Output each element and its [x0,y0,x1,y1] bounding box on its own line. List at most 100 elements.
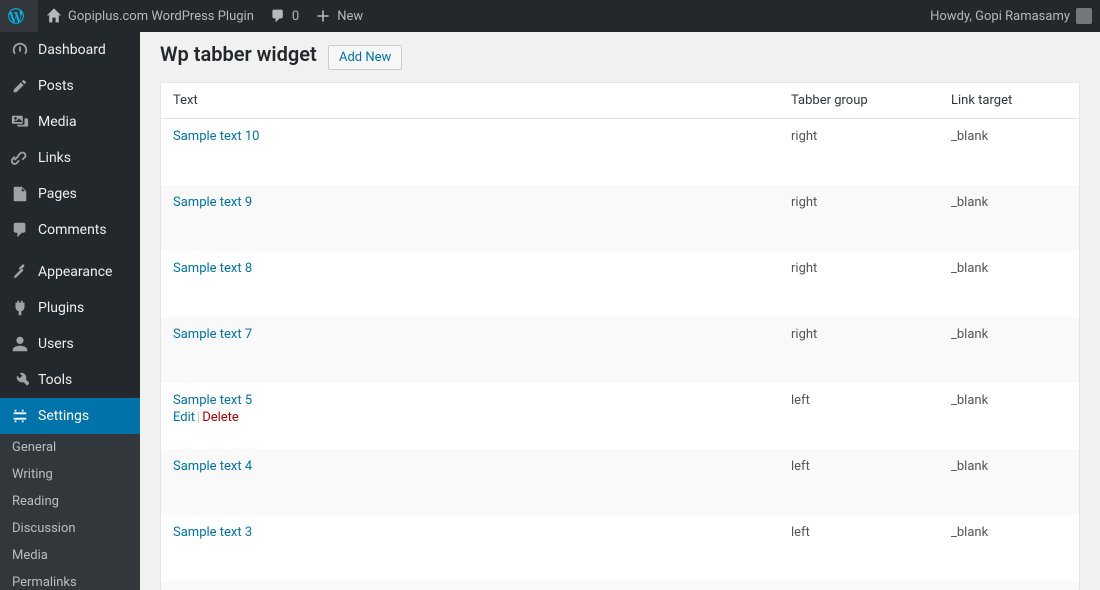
plus-icon [315,8,331,24]
cell-target: _blank [939,383,1079,449]
links-icon [10,148,30,168]
cell-text: Sample text 7Edit|Delete [161,317,779,383]
plugins-icon [10,298,30,318]
row-action-delete[interactable]: Delete [202,410,239,425]
appearance-icon [10,262,30,282]
table-row: Sample text 4Edit|Deleteleft_blank [161,449,1079,515]
page-title: Wp tabber widget [160,42,317,66]
table-row: Sample text 5Edit|Deleteleft_blank [161,383,1079,449]
cell-text: Sample text 3Edit|Delete [161,515,779,581]
tools-icon [10,370,30,390]
new-content-label: New [337,9,363,24]
users-icon [10,334,30,354]
row-title-link[interactable]: Sample text 10 [173,129,259,144]
column-header-target[interactable]: Link target [939,83,1079,119]
wordpress-icon [8,8,24,24]
menu-links[interactable]: Links [0,140,140,176]
cell-target: _blank [939,581,1079,590]
menu-comments-label: Comments [38,222,107,238]
cell-target: _blank [939,449,1079,515]
menu-media[interactable]: Media [0,104,140,140]
menu-dashboard[interactable]: Dashboard [0,32,140,68]
my-account-menu[interactable]: Howdy, Gopi Ramasamy [922,0,1100,32]
cell-target: _blank [939,119,1079,185]
row-title-link[interactable]: Sample text 5 [173,393,252,408]
submenu-permalinks[interactable]: Permalinks [0,569,140,590]
cell-target: _blank [939,251,1079,317]
admin-menu: Dashboard Posts Media Links Pages Commen… [0,32,140,590]
table-row: Sample text 9Edit|Deleteright_blank [161,185,1079,251]
cell-group: left [779,515,939,581]
menu-posts[interactable]: Posts [0,68,140,104]
wp-logo-menu[interactable] [0,0,38,32]
cell-target: _blank [939,185,1079,251]
table-row: Sample text 10Edit|Deleteright_blank [161,119,1079,185]
row-title-link[interactable]: Sample text 9 [173,195,252,210]
cell-text: Sample text 5Edit|Delete [161,383,779,449]
column-header-group[interactable]: Tabber group [779,83,939,119]
menu-appearance-label: Appearance [38,264,112,280]
menu-settings[interactable]: Settings [0,398,140,434]
table-row: Sample text 7Edit|Deleteright_blank [161,317,1079,383]
submenu-media[interactable]: Media [0,542,140,569]
site-name-menu[interactable]: Gopiplus.com WordPress Plugin [38,0,262,32]
records-table: Text Tabber group Link target Sample tex… [160,82,1080,590]
cell-group: right [779,251,939,317]
submenu-reading[interactable]: Reading [0,488,140,515]
row-title-link[interactable]: Sample text 8 [173,261,252,276]
row-action-edit[interactable]: Edit [173,410,195,425]
posts-icon [10,76,30,96]
menu-posts-label: Posts [38,78,74,94]
menu-pages-label: Pages [38,186,77,202]
user-avatar-icon [1076,8,1092,24]
comments-menu[interactable]: 0 [262,0,307,32]
menu-comments[interactable]: Comments [0,212,140,248]
menu-plugins-label: Plugins [38,300,84,316]
comments-icon [10,220,30,240]
menu-tools-label: Tools [38,372,72,388]
media-icon [10,112,30,132]
add-new-button[interactable]: Add New [328,45,402,70]
dashboard-icon [10,40,30,60]
menu-settings-label: Settings [38,408,89,424]
cell-text: Sample text 10Edit|Delete [161,119,779,185]
cell-group: right [779,185,939,251]
row-title-link[interactable]: Sample text 7 [173,327,252,342]
menu-dashboard-label: Dashboard [38,42,106,58]
howdy-label: Howdy, Gopi Ramasamy [930,9,1070,24]
row-title-link[interactable]: Sample text 3 [173,525,252,540]
menu-links-label: Links [38,150,71,166]
cell-target: _blank [939,317,1079,383]
table-row: Sample text 3Edit|Deleteleft_blank [161,515,1079,581]
cell-text: Sample text 8Edit|Delete [161,251,779,317]
comment-icon [270,8,286,24]
content-area: Wp tabber widget Add New Text Tabber gro… [140,32,1100,590]
menu-media-label: Media [38,114,77,130]
pages-icon [10,184,30,204]
menu-pages[interactable]: Pages [0,176,140,212]
row-actions: Edit|Delete [173,408,767,425]
cell-group: left [779,581,939,590]
site-name-label: Gopiplus.com WordPress Plugin [68,9,254,24]
submenu-writing[interactable]: Writing [0,461,140,488]
admin-toolbar: Gopiplus.com WordPress Plugin 0 New Howd… [0,0,1100,32]
settings-submenu: General Writing Reading Discussion Media… [0,434,140,590]
submenu-discussion[interactable]: Discussion [0,515,140,542]
cell-text: Sample text 2Edit|Delete [161,581,779,590]
settings-icon [10,406,30,426]
menu-users-label: Users [38,336,74,352]
home-icon [46,8,62,24]
menu-appearance[interactable]: Appearance [0,254,140,290]
new-content-menu[interactable]: New [307,0,371,32]
menu-tools[interactable]: Tools [0,362,140,398]
column-header-text[interactable]: Text [161,83,779,119]
cell-target: _blank [939,515,1079,581]
table-row: Sample text 2Edit|Deleteleft_blank [161,581,1079,590]
menu-users[interactable]: Users [0,326,140,362]
submenu-general[interactable]: General [0,434,140,461]
cell-text: Sample text 4Edit|Delete [161,449,779,515]
menu-plugins[interactable]: Plugins [0,290,140,326]
cell-group: left [779,449,939,515]
cell-text: Sample text 9Edit|Delete [161,185,779,251]
row-title-link[interactable]: Sample text 4 [173,459,252,474]
